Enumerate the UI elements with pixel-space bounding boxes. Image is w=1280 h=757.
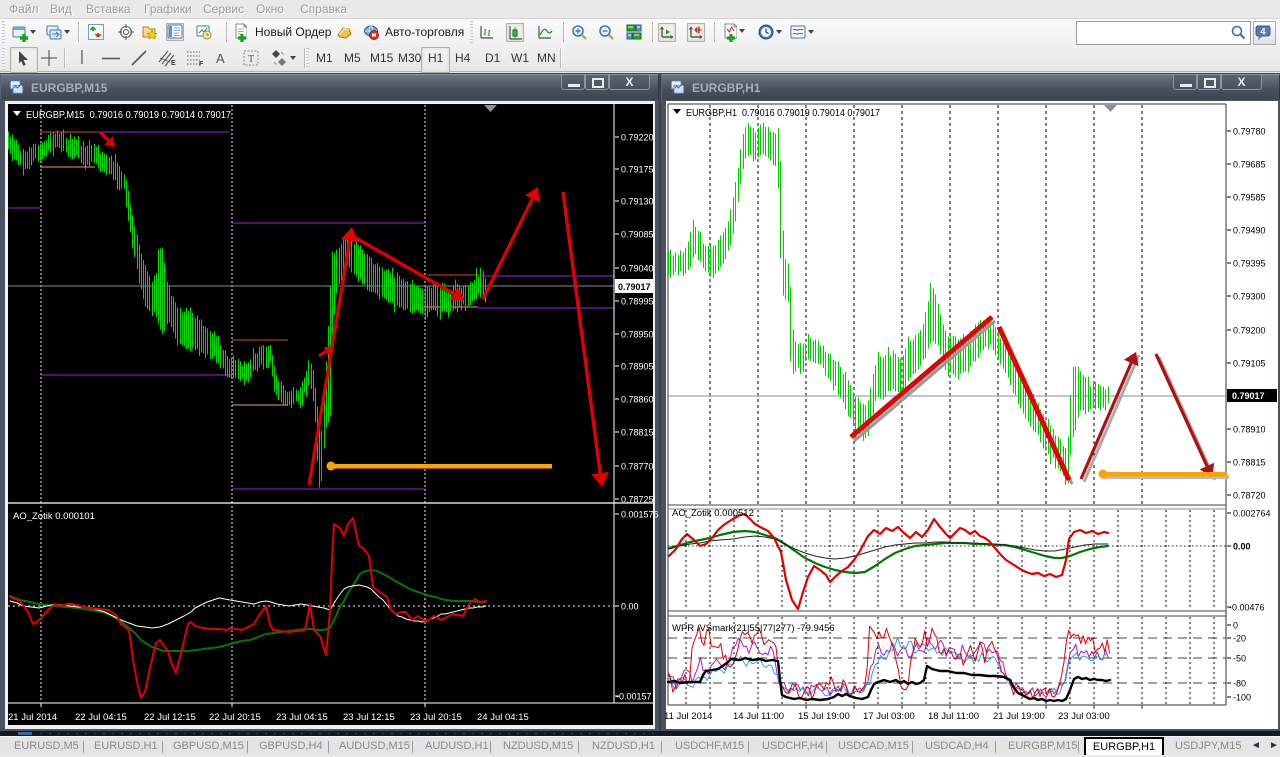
svg-text:22 Jul 12:15: 22 Jul 12:15 (144, 712, 196, 723)
svg-text:21 Jul 19:00: 21 Jul 19:00 (993, 711, 1045, 722)
svg-text:21 Jul 2014: 21 Jul 2014 (8, 712, 57, 723)
svg-text:11 Jul 2014: 11 Jul 2014 (664, 711, 712, 722)
svg-text:0.79085: 0.79085 (621, 230, 654, 240)
svg-text:EURGBP,H1 0.79016 0.79019 0.7: EURGBP,H1 0.79016 0.79019 0.79014 0.7901… (686, 108, 880, 119)
svg-text:23 Jul 20:15: 23 Jul 20:15 (410, 712, 462, 723)
svg-text:14 Jul 11:00: 14 Jul 11:00 (733, 711, 784, 722)
svg-text:0.79040: 0.79040 (621, 264, 654, 274)
svg-text:23 Jul 04:15: 23 Jul 04:15 (276, 712, 328, 723)
svg-text:24 Jul 04:15: 24 Jul 04:15 (477, 712, 529, 723)
svg-text:-0.00157: -0.00157 (616, 692, 652, 702)
svg-text:0.78995: 0.78995 (621, 297, 654, 307)
svg-text:0: 0 (1233, 621, 1238, 631)
svg-text:0.002764: 0.002764 (1233, 509, 1271, 519)
svg-text:0.78905: 0.78905 (621, 362, 654, 372)
svg-text:F: F (199, 61, 204, 67)
svg-text:-80: -80 (1233, 679, 1246, 689)
svg-text:E: E (171, 60, 176, 67)
svg-text:0.78815: 0.78815 (1233, 458, 1266, 468)
svg-text:0.79130: 0.79130 (621, 197, 654, 207)
svg-text:0.79585: 0.79585 (1233, 193, 1266, 203)
svg-text:0.001576: 0.001576 (621, 510, 659, 520)
svg-text:0.79300: 0.79300 (1233, 292, 1266, 302)
svg-text:0.79175: 0.79175 (621, 165, 654, 175)
svg-text:0.78910: 0.78910 (1233, 425, 1266, 435)
svg-text:WPR /VSmark(21|55|77|277) -79.: WPR /VSmark(21|55|77|277) -79.9456 (672, 623, 835, 634)
svg-text:-100: -100 (1233, 693, 1251, 703)
svg-text:0.79017: 0.79017 (1232, 391, 1265, 401)
svg-text:23 Jul 03:00: 23 Jul 03:00 (1058, 711, 1110, 722)
svg-text:-50: -50 (1233, 654, 1246, 664)
svg-text:18 Jul 11:00: 18 Jul 11:00 (928, 711, 979, 722)
svg-text:T: T (248, 54, 254, 65)
svg-text:0.79200: 0.79200 (1233, 326, 1266, 336)
svg-text:0.79220: 0.79220 (621, 133, 654, 143)
svg-text:0.78720: 0.78720 (1233, 491, 1266, 501)
svg-text:AO_Zotik 0.000101: AO_Zotik 0.000101 (13, 511, 95, 522)
svg-text:17 Jul 03:00: 17 Jul 03:00 (863, 711, 915, 722)
svg-text:0.78950: 0.78950 (621, 330, 654, 340)
svg-text:0.78860: 0.78860 (621, 395, 654, 405)
svg-text:0.79685: 0.79685 (1233, 160, 1266, 170)
svg-text:0.79395: 0.79395 (1233, 259, 1266, 269)
svg-text:4: 4 (1260, 27, 1265, 37)
svg-text:0.78770: 0.78770 (621, 462, 654, 472)
svg-text:22 Jul 04:15: 22 Jul 04:15 (75, 712, 127, 723)
svg-text:0.79490: 0.79490 (1233, 226, 1266, 236)
svg-text:22 Jul 20:15: 22 Jul 20:15 (209, 712, 261, 723)
svg-text:23 Jul 12:15: 23 Jul 12:15 (343, 712, 395, 723)
svg-text:EURGBP,M15 0.79016 0.79019 0.: EURGBP,M15 0.79016 0.79019 0.79014 0.790… (26, 110, 231, 121)
svg-text:AO_Zotik 0.000512: AO_Zotik 0.000512 (672, 508, 754, 519)
svg-text:0.79780: 0.79780 (1233, 127, 1266, 137)
svg-text:15 Jul 19:00: 15 Jul 19:00 (798, 711, 850, 722)
svg-text:0.00: 0.00 (621, 602, 639, 612)
svg-text:0.00: 0.00 (1233, 542, 1251, 552)
svg-text:0.79105: 0.79105 (1233, 359, 1266, 369)
svg-text:0.78725: 0.78725 (621, 495, 654, 505)
svg-text:-0.00476: -0.00476 (1229, 603, 1265, 613)
svg-text:-20: -20 (1233, 634, 1246, 644)
svg-text:0.79017: 0.79017 (618, 282, 651, 292)
svg-text:0.78815: 0.78815 (621, 428, 654, 438)
